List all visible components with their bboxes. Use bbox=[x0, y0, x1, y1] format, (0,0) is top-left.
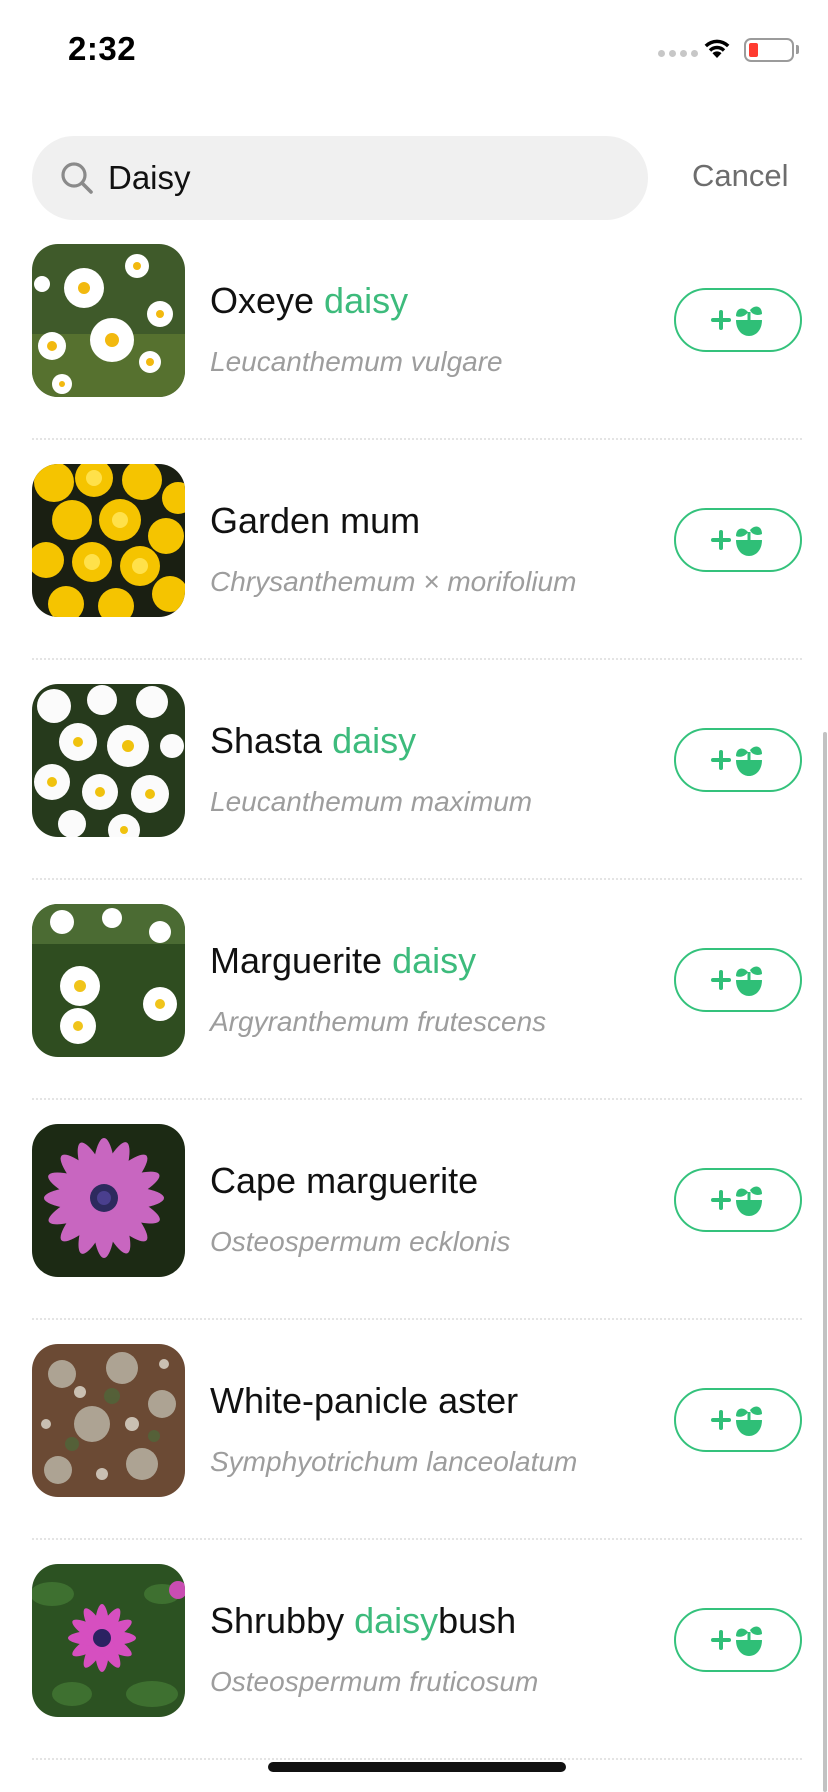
plant-scientific-name: Leucanthemum vulgare bbox=[210, 346, 503, 377]
marguerite-daisy-photo bbox=[32, 904, 185, 1057]
add-plant-icon bbox=[711, 306, 762, 336]
result-row[interactable]: Cape marguerite Osteospermum ecklonis bbox=[0, 1100, 828, 1320]
plant-scientific-name: Chrysanthemum × morifolium bbox=[210, 566, 577, 597]
plant-photo bbox=[32, 244, 185, 397]
plant-common-name: Cape marguerite bbox=[210, 1160, 478, 1202]
add-plant-icon bbox=[711, 746, 762, 776]
add-plant-button[interactable] bbox=[674, 508, 802, 572]
result-row[interactable]: Garden mum Chrysanthemum × morifolium bbox=[0, 440, 828, 660]
plant-common-name: Garden mum bbox=[210, 500, 420, 542]
name-text: Oxeye bbox=[210, 280, 325, 321]
divider bbox=[32, 1758, 802, 1760]
wifi-icon bbox=[704, 39, 730, 58]
cape-marguerite-photo bbox=[32, 1124, 185, 1277]
plant-common-name: Shasta daisy bbox=[210, 720, 416, 762]
add-plant-icon bbox=[711, 966, 762, 996]
plant-common-name: Shrubby daisybush bbox=[210, 1600, 516, 1642]
add-plant-button[interactable] bbox=[674, 728, 802, 792]
plant-scientific-name: Symphyotrichum lanceolatum bbox=[210, 1446, 578, 1477]
add-plant-button[interactable] bbox=[674, 1608, 802, 1672]
white-panicle-aster-photo bbox=[32, 1344, 185, 1497]
plant-search-screen: 2:32 Cancel Oxeye daisy Leucanthemum vulg… bbox=[0, 0, 828, 1792]
name-text: Cape marguerite bbox=[210, 1160, 479, 1201]
cancel-button[interactable]: Cancel bbox=[692, 158, 789, 194]
plant-photo bbox=[32, 684, 185, 837]
add-plant-icon bbox=[711, 1406, 762, 1436]
plant-scientific-name: Osteospermum ecklonis bbox=[210, 1226, 511, 1257]
plant-photo bbox=[32, 1344, 185, 1497]
shrubby-daisybush-photo bbox=[32, 1564, 185, 1717]
results-list[interactable]: Oxeye daisy Leucanthemum vulgare Garden m… bbox=[0, 244, 828, 1764]
name-text: bush bbox=[438, 1600, 517, 1641]
plant-photo bbox=[32, 464, 185, 617]
add-plant-icon bbox=[711, 1626, 762, 1656]
add-plant-button[interactable] bbox=[674, 288, 802, 352]
shasta-daisy-photo bbox=[32, 684, 185, 837]
match-highlight: daisy bbox=[332, 720, 417, 761]
result-row[interactable]: Shasta daisy Leucanthemum maximum bbox=[0, 660, 828, 880]
garden-mum-photo bbox=[32, 464, 185, 617]
match-highlight: daisy bbox=[354, 1600, 439, 1641]
match-highlight: daisy bbox=[392, 940, 477, 981]
result-row[interactable]: Marguerite daisy Argyranthemum frutescens bbox=[0, 880, 828, 1100]
signal-icon bbox=[658, 50, 698, 57]
add-plant-icon bbox=[711, 526, 762, 556]
plant-common-name: Oxeye daisy bbox=[210, 280, 408, 322]
scroll-indicator[interactable] bbox=[823, 732, 827, 1792]
add-plant-button[interactable] bbox=[674, 1388, 802, 1452]
plant-scientific-name: Leucanthemum maximum bbox=[210, 786, 533, 817]
name-text: Shasta bbox=[210, 720, 333, 761]
results-list-content: Oxeye daisy Leucanthemum vulgare Garden m… bbox=[0, 244, 828, 1760]
plant-photo bbox=[32, 904, 185, 1057]
home-indicator[interactable] bbox=[268, 1762, 566, 1772]
plant-scientific-name: Osteospermum fruticosum bbox=[210, 1666, 539, 1697]
battery-tip bbox=[796, 45, 799, 54]
search-input[interactable] bbox=[108, 136, 628, 220]
add-plant-button[interactable] bbox=[674, 1168, 802, 1232]
match-highlight: daisy bbox=[324, 280, 409, 321]
plant-common-name: Marguerite daisy bbox=[210, 940, 476, 982]
plant-photo bbox=[32, 1564, 185, 1717]
search-bar[interactable] bbox=[32, 136, 648, 220]
name-text: Garden mum bbox=[210, 500, 421, 541]
battery-icon bbox=[744, 38, 794, 62]
plant-photo bbox=[32, 1124, 185, 1277]
result-row[interactable]: White-panicle aster Symphyotrichum lanceo… bbox=[0, 1320, 828, 1540]
add-plant-button[interactable] bbox=[674, 948, 802, 1012]
add-plant-icon bbox=[711, 1186, 762, 1216]
result-row[interactable]: Oxeye daisy Leucanthemum vulgare bbox=[0, 244, 828, 440]
name-text: White-panicle aster bbox=[210, 1380, 519, 1421]
status-time: 2:32 bbox=[68, 30, 137, 67]
status-bar: 2:32 bbox=[0, 0, 828, 100]
result-row[interactable]: Shrubby daisybush Osteospermum fruticosum bbox=[0, 1540, 828, 1760]
plant-scientific-name: Argyranthemum frutescens bbox=[210, 1006, 547, 1037]
plant-common-name: White-panicle aster bbox=[210, 1380, 518, 1422]
name-text: Shrubby bbox=[210, 1600, 355, 1641]
name-text: Marguerite bbox=[210, 940, 393, 981]
oxeye-daisy-photo bbox=[32, 244, 185, 397]
search-icon bbox=[61, 162, 93, 194]
